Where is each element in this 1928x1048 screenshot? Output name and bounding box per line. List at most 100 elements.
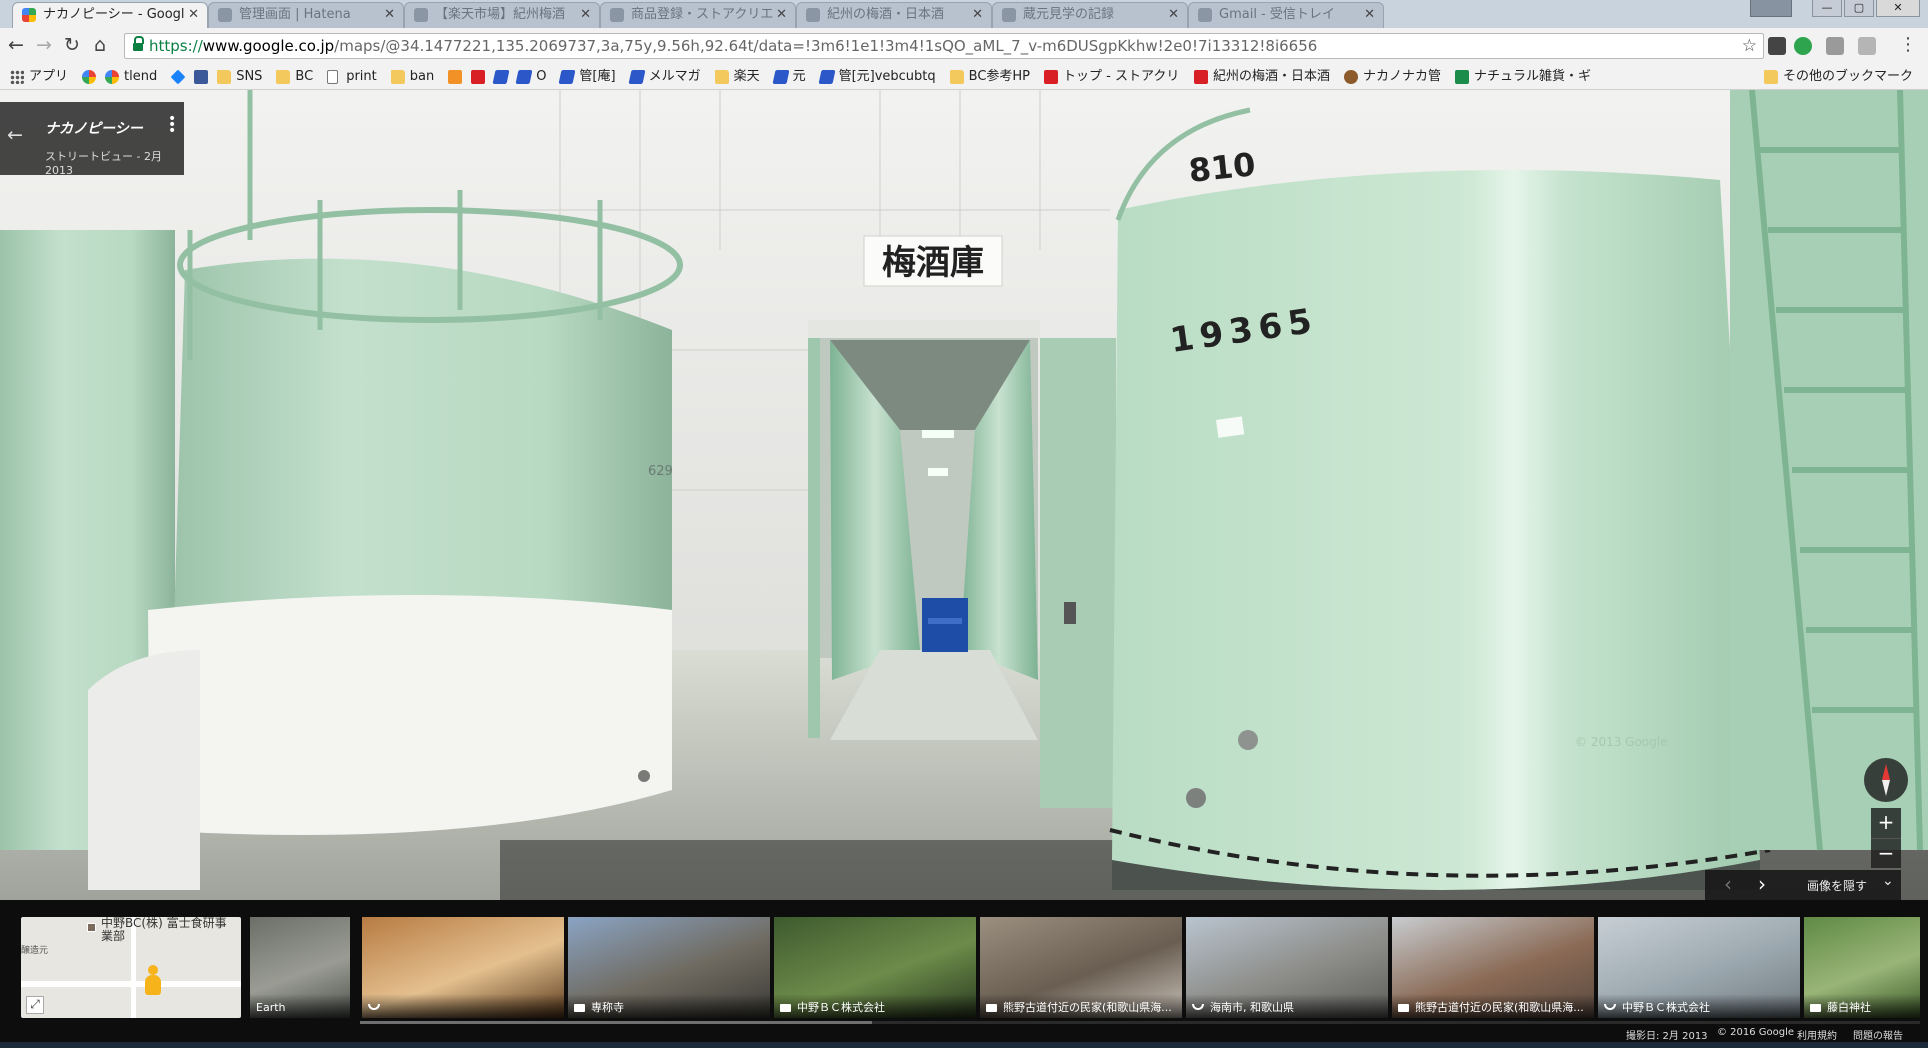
place-title[interactable]: ナカノピーシー bbox=[45, 118, 143, 138]
extension-gray-icon[interactable] bbox=[1858, 37, 1876, 55]
bookmark-item[interactable]: 楽天 bbox=[714, 68, 760, 86]
extension-green-icon[interactable] bbox=[1794, 37, 1812, 55]
reload-icon[interactable]: ↻ bbox=[60, 34, 84, 58]
bookmark-label: 元 bbox=[792, 69, 806, 84]
photo-thumbnail[interactable]: 中野ＢＣ株式会社 bbox=[1598, 917, 1800, 1018]
photo-thumbnail[interactable]: Earth bbox=[250, 917, 350, 1018]
bookmark-item[interactable]: メルマガ bbox=[628, 68, 701, 86]
dropbox-icon bbox=[170, 69, 186, 85]
bookmark-item[interactable] bbox=[170, 68, 190, 86]
bookmark-item[interactable] bbox=[448, 68, 467, 86]
address-bar[interactable]: https://www.google.co.jp/maps/@34.147722… bbox=[124, 33, 1764, 59]
bookmark-item[interactable]: 元 bbox=[772, 68, 806, 86]
menu-icon[interactable]: ⋮ bbox=[1896, 34, 1920, 58]
camera-icon bbox=[1810, 1004, 1821, 1012]
bookmark-item[interactable]: tlend bbox=[105, 68, 157, 86]
tab[interactable]: ナカノピーシー - Googl ✕ bbox=[12, 2, 208, 28]
back-icon[interactable]: ← bbox=[4, 34, 28, 58]
place-pin-icon bbox=[87, 923, 96, 932]
close-tab-icon[interactable]: ✕ bbox=[776, 3, 787, 27]
url-text: https://www.google.co.jp/maps/@34.147722… bbox=[149, 37, 1318, 55]
profile-button[interactable] bbox=[1750, 0, 1792, 17]
close-tab-icon[interactable]: ✕ bbox=[384, 3, 395, 27]
tab-title: 蔵元見学の記録 bbox=[1023, 7, 1115, 22]
collapse-icon[interactable]: ⌄ bbox=[1882, 873, 1894, 889]
bookmark-item[interactable] bbox=[82, 68, 101, 86]
photo-thumbnail[interactable]: 藤白神社 bbox=[1804, 917, 1920, 1018]
bookmark-label: ナカノナカ管 bbox=[1362, 69, 1441, 84]
camera-icon bbox=[574, 1004, 585, 1012]
tab-title: 商品登録・ストアクリエ bbox=[631, 7, 774, 22]
zoom-out-button[interactable]: − bbox=[1871, 838, 1901, 868]
bookmark-item[interactable]: ban bbox=[390, 68, 434, 86]
thumbnail-label: 海南市, 和歌山県 bbox=[1210, 1001, 1294, 1014]
bookmark-item[interactable]: ナカノナカ管 bbox=[1343, 68, 1441, 86]
close-window-button[interactable]: ✕ bbox=[1876, 0, 1920, 17]
360-pano-icon bbox=[1604, 1004, 1616, 1010]
folder-icon bbox=[390, 70, 405, 84]
bookmark-item[interactable] bbox=[492, 68, 513, 86]
bookmark-item[interactable]: print bbox=[327, 68, 377, 86]
google-icon bbox=[82, 70, 96, 84]
close-tab-icon[interactable]: ✕ bbox=[188, 3, 199, 27]
report-link[interactable]: 問題の報告 bbox=[1853, 1027, 1903, 1042]
bookmark-item[interactable]: 管[元]vebcubtq bbox=[818, 68, 936, 86]
back-arrow-icon[interactable]: ← bbox=[4, 124, 26, 146]
forward-icon[interactable]: → bbox=[32, 34, 56, 58]
tab-favicon-icon bbox=[806, 8, 820, 22]
tab[interactable]: Gmail - 受信トレイ ✕ bbox=[1188, 2, 1384, 28]
thumbnail-label: 熊野古道付近の民家(和歌山県海... bbox=[1415, 1001, 1584, 1014]
tab[interactable]: 紀州の梅酒・日本酒 ✕ bbox=[796, 2, 992, 28]
tab-favicon-icon bbox=[610, 8, 624, 22]
tab[interactable]: 商品登録・ストアクリエ ✕ bbox=[600, 2, 796, 28]
pegman-icon[interactable] bbox=[142, 965, 164, 999]
close-tab-icon[interactable]: ✕ bbox=[1364, 3, 1375, 27]
bookmark-item[interactable]: O bbox=[515, 68, 546, 86]
close-tab-icon[interactable]: ✕ bbox=[1168, 3, 1179, 27]
folder-icon bbox=[276, 70, 291, 84]
photo-thumbnail[interactable] bbox=[362, 917, 564, 1018]
other-bookmarks[interactable]: その他のブックマーク bbox=[1764, 68, 1913, 86]
photo-thumbnail[interactable]: 熊野古道付近の民家(和歌山県海... bbox=[980, 917, 1182, 1018]
bookmark-item[interactable]: BC参考HP bbox=[949, 68, 1030, 86]
terms-link[interactable]: 利用規約 bbox=[1797, 1027, 1837, 1042]
compass-icon[interactable] bbox=[1864, 758, 1908, 802]
strip-next-icon[interactable]: › bbox=[1749, 872, 1775, 898]
bookmark-item[interactable] bbox=[471, 68, 490, 86]
bookmark-star-icon[interactable]: ☆ bbox=[1742, 36, 1757, 56]
photo-thumbnail[interactable]: 専称寺 bbox=[568, 917, 770, 1018]
tab[interactable]: 蔵元見学の記録 ✕ bbox=[992, 2, 1188, 28]
bookmark-item[interactable] bbox=[194, 68, 213, 86]
bookmark-item[interactable]: ナチュラル雑貨・ギ bbox=[1454, 68, 1591, 86]
bookmark-item[interactable]: SNS bbox=[217, 68, 262, 86]
photo-thumbnail[interactable]: 海南市, 和歌山県 bbox=[1186, 917, 1388, 1018]
thumbnail-label: 熊野古道付近の民家(和歌山県海... bbox=[1003, 1001, 1172, 1014]
minimize-button[interactable]: — bbox=[1812, 0, 1842, 17]
hide-images-button[interactable]: 画像を隠す bbox=[1807, 877, 1867, 894]
home-icon[interactable]: ⌂ bbox=[88, 34, 112, 58]
street-view-panorama[interactable]: 梅酒庫 629 810 19365 © 2013 Google ← ナカノピーシ… bbox=[0, 90, 1928, 900]
bookmark-item[interactable]: 管[庵] bbox=[558, 68, 616, 86]
minimap[interactable]: 中野BC(株) 富士食研事業部 醸造元 ⤢ bbox=[21, 917, 241, 1018]
capture-date: 撮影日: 2月 2013 bbox=[1626, 1031, 1708, 1042]
tab[interactable]: 【楽天市場】紀州梅酒 ✕ bbox=[404, 2, 600, 28]
bookmark-label: メルマガ bbox=[648, 69, 701, 84]
tab[interactable]: 管理画面 | Hatena ✕ bbox=[208, 2, 404, 28]
close-tab-icon[interactable]: ✕ bbox=[580, 3, 591, 27]
expand-map-icon[interactable]: ⤢ bbox=[26, 996, 44, 1014]
maximize-button[interactable]: ▢ bbox=[1844, 0, 1874, 17]
bookmark-item[interactable]: アプリ bbox=[10, 68, 68, 86]
bookmark-item[interactable]: 紀州の梅酒・日本酒 bbox=[1193, 68, 1330, 86]
close-tab-icon[interactable]: ✕ bbox=[972, 3, 983, 27]
photo-thumbnail[interactable]: 中野ＢＣ株式会社 bbox=[774, 917, 976, 1018]
photo-thumbnail[interactable]: 熊野古道付近の民家(和歌山県海... bbox=[1392, 917, 1594, 1018]
red-icon bbox=[1044, 70, 1059, 84]
thumbnail-label: 藤白神社 bbox=[1827, 1001, 1871, 1014]
zoom-in-button[interactable]: + bbox=[1871, 808, 1901, 838]
bookmark-item[interactable]: トップ - ストアクリ bbox=[1044, 68, 1179, 86]
extension-icon[interactable] bbox=[1768, 37, 1786, 55]
more-options-icon[interactable]: • • • bbox=[168, 112, 176, 138]
strip-prev-icon[interactable]: ‹ bbox=[1715, 872, 1741, 898]
bookmark-item[interactable]: BC bbox=[276, 68, 313, 86]
camera-icon[interactable] bbox=[1826, 37, 1844, 55]
